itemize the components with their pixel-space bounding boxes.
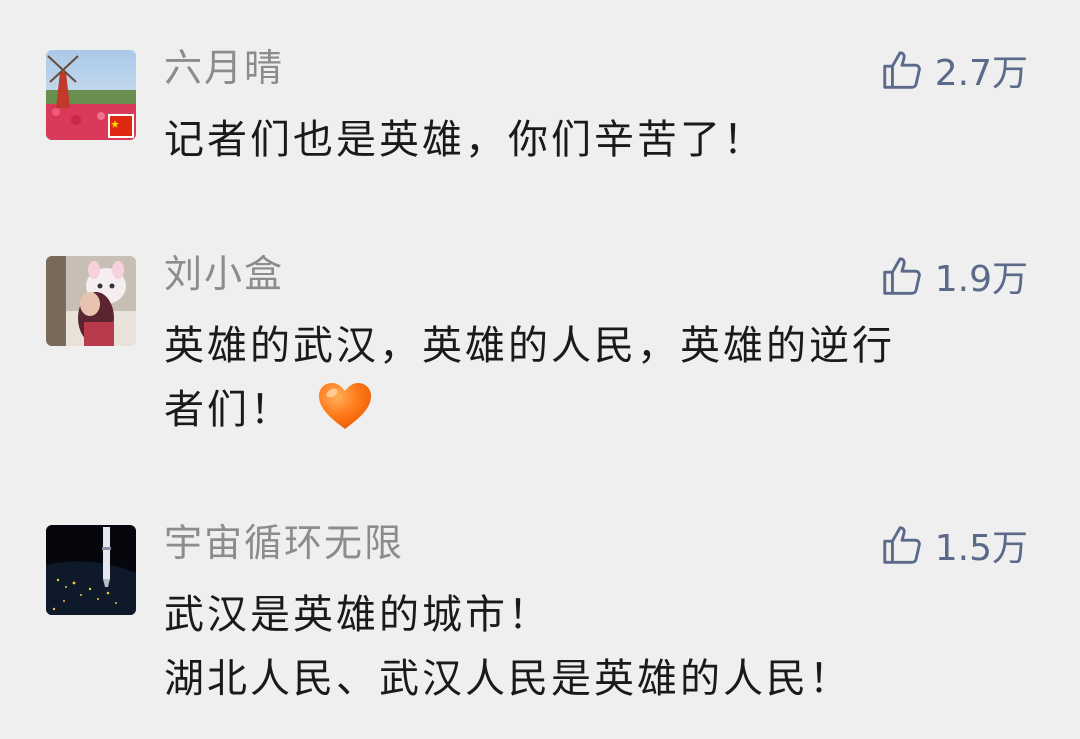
thumbs-up-icon	[883, 51, 921, 89]
comment-text: 记者们也是英雄，你们辛苦了！	[164, 108, 1024, 172]
thumbs-up-icon	[883, 257, 921, 295]
comment-text: 武汉是英雄的城市！ 湖北人民、武汉人民是英雄的人民！	[164, 583, 1024, 711]
username[interactable]: 宇宙循环无限	[164, 519, 404, 567]
like-count: 1.9万	[934, 259, 1028, 300]
orange-heart-icon	[319, 383, 371, 429]
like-button[interactable]: 1.9万	[879, 250, 1028, 302]
username[interactable]: 刘小盒	[164, 250, 284, 298]
like-count: 1.5万	[934, 528, 1028, 569]
username[interactable]: 六月晴	[164, 44, 284, 92]
comment-line: 者们！	[164, 387, 293, 433]
like-button[interactable]: 1.5万	[879, 519, 1028, 571]
like-button[interactable]: 2.7万	[879, 44, 1028, 96]
comment-line: 湖北人民、武汉人民是英雄的人民！	[164, 656, 852, 702]
comment-line: 记者们也是英雄，你们辛苦了！	[164, 117, 766, 163]
avatar[interactable]	[46, 525, 136, 615]
avatar-windmill-flowers-photo	[46, 50, 136, 140]
thumbs-up-icon	[883, 526, 921, 564]
avatar[interactable]	[46, 256, 136, 346]
avatar-earth-night-rocket-photo	[46, 525, 136, 615]
avatar[interactable]	[46, 50, 136, 140]
avatar-girl-with-plush-photo	[46, 256, 136, 346]
comment-text: 英雄的武汉，英雄的人民，英雄的逆行 者们！	[164, 314, 1024, 442]
comment-line: 武汉是英雄的城市！	[164, 592, 551, 638]
like-count: 2.7万	[934, 53, 1028, 94]
comment-line: 英雄的武汉，英雄的人民，英雄的逆行	[164, 323, 895, 369]
comment-line-with-emoji: 者们！	[164, 378, 1024, 442]
